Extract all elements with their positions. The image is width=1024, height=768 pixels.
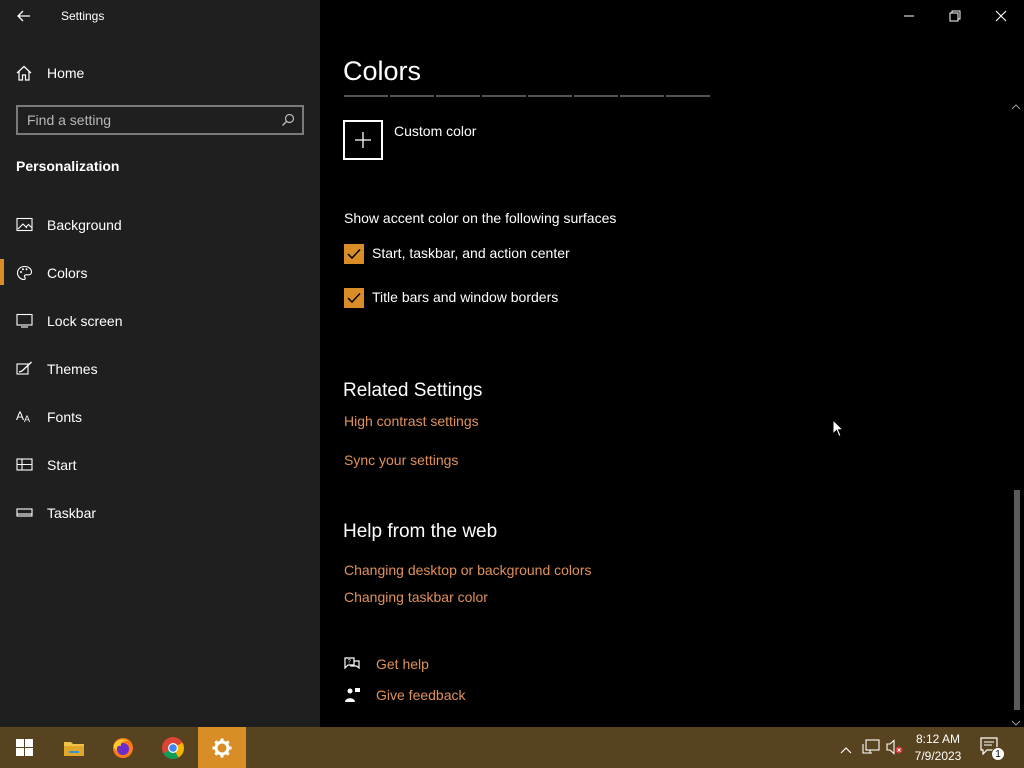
back-arrow-icon xyxy=(17,10,30,22)
app-title: Settings xyxy=(61,9,105,23)
home-label: Home xyxy=(47,65,85,81)
sidebar-item-label: Fonts xyxy=(47,409,83,425)
lock-screen-icon xyxy=(16,313,34,329)
taskbar: 8:12 AM 7/9/2023 1 xyxy=(0,727,1024,768)
give-feedback-icon xyxy=(343,687,361,708)
restore-button[interactable] xyxy=(932,0,978,32)
sidebar-item-taskbar[interactable]: Taskbar xyxy=(0,495,320,531)
notification-count-badge: 1 xyxy=(991,747,1005,761)
svg-text:A: A xyxy=(16,409,24,423)
sidebar-item-label: Colors xyxy=(47,265,88,281)
scrollbar-thumb[interactable] xyxy=(1014,490,1020,710)
taskbar-clock[interactable]: 8:12 AM 7/9/2023 xyxy=(908,731,968,765)
start-layout-icon xyxy=(16,457,34,473)
give-feedback-link[interactable]: Give feedback xyxy=(376,687,466,703)
color-swatch[interactable] xyxy=(574,95,618,97)
sidebar-item-label: Background xyxy=(47,217,122,233)
high-contrast-link[interactable]: High contrast settings xyxy=(344,413,479,429)
custom-color-label: Custom color xyxy=(394,123,477,139)
taskbar-chrome[interactable] xyxy=(149,727,197,768)
network-icon[interactable] xyxy=(862,739,880,760)
sidebar-item-lock-screen[interactable]: Lock screen xyxy=(0,303,320,339)
taskbar-firefox[interactable] xyxy=(99,727,147,768)
svg-text:A: A xyxy=(24,414,30,424)
color-swatch[interactable] xyxy=(482,95,526,97)
color-swatch[interactable] xyxy=(620,95,664,97)
checkbox-label: Title bars and window borders xyxy=(372,289,559,305)
taskbar-icon xyxy=(16,505,34,521)
clock-time: 8:12 AM xyxy=(915,732,961,746)
checkmark-icon[interactable] xyxy=(344,288,364,308)
sidebar-item-label: Start xyxy=(47,457,77,473)
sidebar-item-home[interactable]: Home xyxy=(0,58,320,88)
firefox-icon xyxy=(113,737,133,758)
help-from-web-title: Help from the web xyxy=(343,521,498,542)
sidebar: Settings Home Personalization Background… xyxy=(0,0,320,727)
section-title: Personalization xyxy=(16,158,120,174)
volume-muted-icon[interactable] xyxy=(886,739,904,760)
sidebar-item-colors[interactable]: Colors xyxy=(0,255,320,291)
sidebar-item-label: Lock screen xyxy=(47,313,123,329)
show-hidden-icons-icon[interactable] xyxy=(840,741,852,759)
minimize-button[interactable] xyxy=(886,0,932,32)
color-swatch[interactable] xyxy=(344,95,388,97)
taskbar-color-link[interactable]: Changing taskbar color xyxy=(344,589,488,605)
sidebar-item-background[interactable]: Background xyxy=(0,207,320,243)
plus-icon xyxy=(343,120,383,160)
sidebar-item-label: Themes xyxy=(47,361,98,377)
desktop-colors-link[interactable]: Changing desktop or background colors xyxy=(344,562,592,578)
search-field[interactable] xyxy=(16,105,304,135)
color-swatch[interactable] xyxy=(528,95,572,97)
brush-icon xyxy=(16,361,34,377)
checkbox-label: Start, taskbar, and action center xyxy=(372,245,570,261)
sidebar-item-start[interactable]: Start xyxy=(0,447,320,483)
minimize-icon xyxy=(904,15,914,17)
scroll-up-icon[interactable] xyxy=(1011,98,1021,116)
color-swatch[interactable] xyxy=(390,95,434,97)
get-help-link[interactable]: Get help xyxy=(376,656,429,672)
taskbar-file-explorer[interactable] xyxy=(50,727,98,768)
file-explorer-icon xyxy=(64,741,84,756)
search-icon[interactable] xyxy=(281,113,295,132)
related-settings-title: Related Settings xyxy=(343,380,483,401)
page-title: Colors xyxy=(343,56,422,86)
taskbar-settings[interactable] xyxy=(198,727,246,768)
sidebar-item-fonts[interactable]: AA Fonts xyxy=(0,399,320,435)
home-icon xyxy=(16,65,32,86)
get-help-icon: ? xyxy=(343,656,361,677)
color-swatch[interactable] xyxy=(436,95,480,97)
custom-color-button[interactable] xyxy=(343,120,383,160)
color-swatch[interactable] xyxy=(666,95,710,97)
checkmark-icon[interactable] xyxy=(344,244,364,264)
sync-settings-link[interactable]: Sync your settings xyxy=(344,452,458,468)
start-button[interactable] xyxy=(0,727,48,768)
picture-icon xyxy=(16,217,34,233)
search-input[interactable] xyxy=(27,112,277,128)
start-icon xyxy=(15,739,33,756)
sidebar-item-themes[interactable]: Themes xyxy=(0,351,320,387)
color-swatch-row xyxy=(344,95,710,97)
clock-date: 7/9/2023 xyxy=(914,749,962,763)
sidebar-item-label: Taskbar xyxy=(47,505,97,521)
mouse-cursor-icon xyxy=(832,418,845,443)
back-button[interactable] xyxy=(10,4,38,28)
surfaces-label: Show accent color on the following surfa… xyxy=(344,210,617,226)
font-icon: AA xyxy=(16,409,34,425)
close-button[interactable] xyxy=(978,0,1024,32)
chrome-icon xyxy=(162,736,184,759)
close-icon xyxy=(995,10,1007,22)
settings-icon xyxy=(212,738,232,757)
restore-icon xyxy=(949,10,961,22)
palette-icon xyxy=(16,265,34,281)
